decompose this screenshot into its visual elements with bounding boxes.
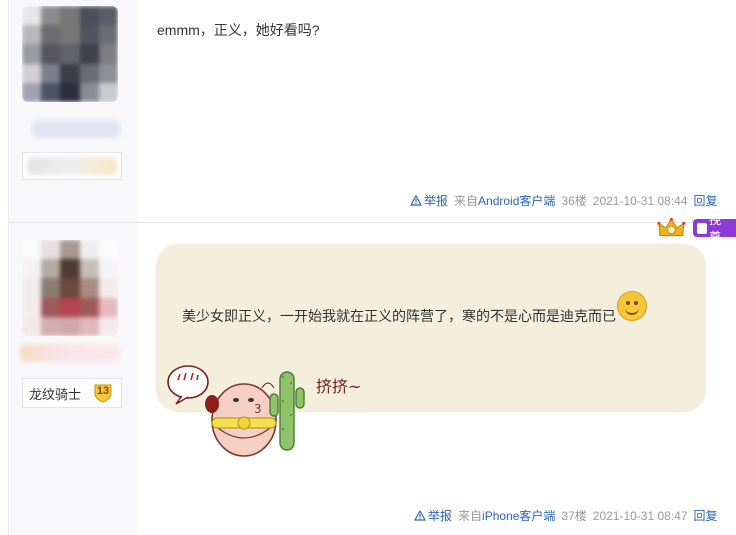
level-number: 13 (96, 385, 110, 397)
svg-text:3: 3 (254, 402, 262, 416)
username-obscured[interactable] (32, 120, 120, 138)
vip-badge[interactable]: 挽尊 (657, 213, 736, 244)
post-content: 美少女即正义，一开始我就在正义的阵营了，寒的不是心而是迪克而已 (182, 308, 616, 324)
smiley-emoji-icon (617, 291, 647, 321)
avatar[interactable] (22, 6, 118, 102)
cartoon-sticker-icon: 3 挤挤~ (167, 365, 361, 457)
client-source: 来自iPhone客户端 (458, 509, 556, 523)
post-time: 2021-10-31 08:47 (592, 508, 688, 523)
warning-icon (414, 510, 426, 521)
report-label: 举报 (424, 194, 449, 208)
post-time: 2021-10-31 08:44 (592, 193, 688, 208)
report-button[interactable]: 举报 (414, 507, 452, 524)
reply-button[interactable]: 回复 (694, 507, 718, 524)
sticker-caption: 挤挤~ (316, 377, 361, 396)
vip-label: 挽尊 (709, 213, 722, 244)
level-shield-icon: 13 (93, 383, 113, 403)
rank-badge[interactable]: 龙纹骑士 13 (22, 378, 122, 408)
post-content: emmm，正义，她好看吗? (157, 22, 320, 38)
client-link[interactable]: Android客户端 (478, 194, 555, 208)
warning-icon (410, 195, 422, 206)
rank-title: 龙纹骑士 (29, 386, 82, 402)
hand-icon (696, 222, 708, 234)
client-source: 来自Android客户端 (454, 194, 556, 208)
client-link[interactable]: iPhone客户端 (482, 509, 555, 523)
post-meta: 举报 来自iPhone客户端 37楼 2021-10-31 08:47 回复 (414, 507, 718, 524)
avatar[interactable] (22, 240, 118, 336)
report-button[interactable]: 举报 (410, 192, 448, 209)
reply-button[interactable]: 回复 (694, 192, 718, 209)
user-badge-obscured (22, 152, 122, 180)
floor-number: 37楼 (561, 509, 587, 523)
crown-icon (657, 217, 686, 237)
report-label: 举报 (428, 509, 453, 523)
floor-number: 36楼 (561, 194, 587, 208)
username-obscured[interactable] (20, 344, 120, 362)
post-meta: 举报 来自Android客户端 36楼 2021-10-31 08:44 回复 (410, 192, 718, 209)
post-divider (8, 222, 736, 223)
